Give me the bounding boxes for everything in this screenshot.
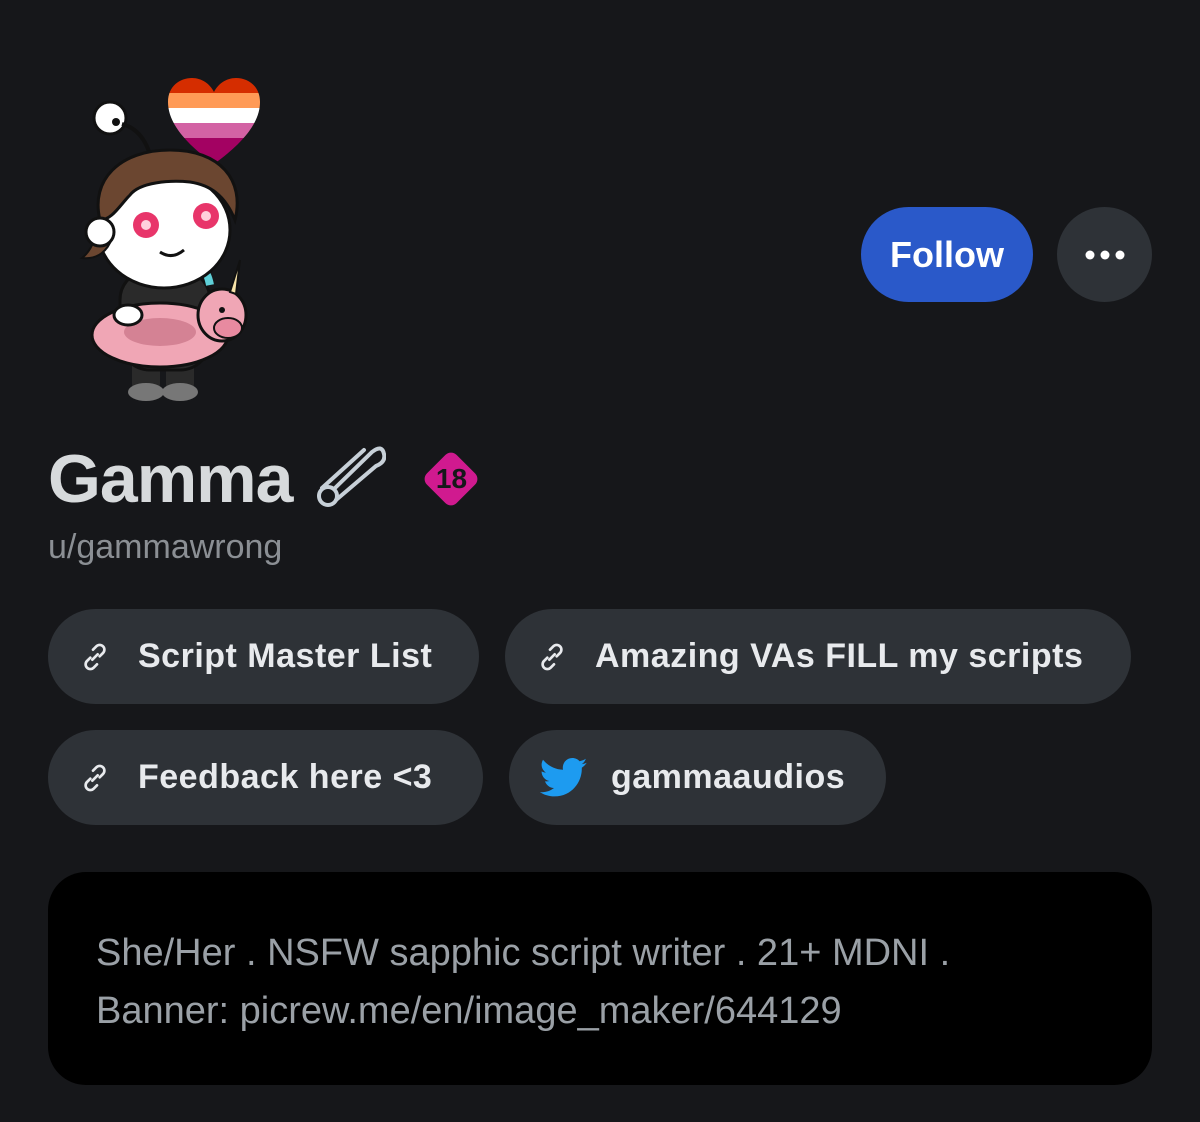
nsfw-18-badge: 18	[416, 444, 486, 514]
link-label: Script Master List	[138, 637, 433, 675]
link-amazing-vas[interactable]: Amazing VAs FILL my scripts	[505, 609, 1131, 704]
link-label: Feedback here <3	[138, 758, 433, 796]
more-options-button[interactable]	[1057, 207, 1152, 302]
twitter-icon	[539, 757, 589, 798]
bio-line: She/Her . NSFW sapphic script writer . 2…	[96, 932, 951, 974]
profile-bio: She/Her . NSFW sapphic script writer . 2…	[48, 872, 1152, 1085]
profile-header: Gamma 18	[48, 440, 486, 518]
link-feedback[interactable]: Feedback here <3	[48, 730, 483, 825]
user-avatar[interactable]	[60, 70, 280, 410]
link-icon	[78, 761, 112, 795]
link-label: gammaaudios	[611, 758, 846, 796]
link-icon	[535, 640, 569, 674]
safety-pin-icon	[314, 444, 387, 515]
username: u/gammawrong	[48, 528, 283, 566]
ellipsis-icon	[1085, 250, 1124, 259]
social-links: Script Master List Amazing VAs FILL my s…	[48, 609, 1158, 851]
link-script-master-list[interactable]: Script Master List	[48, 609, 479, 704]
snoo-avatar-icon	[79, 78, 260, 401]
link-twitter[interactable]: gammaaudios	[509, 730, 886, 825]
bio-line: Banner: picrew.me/en/image_maker/644129	[96, 990, 842, 1032]
nsfw-badge-label: 18	[435, 463, 468, 494]
display-name: Gamma	[48, 441, 293, 517]
link-label: Amazing VAs FILL my scripts	[595, 637, 1084, 675]
link-icon	[78, 640, 112, 674]
follow-button[interactable]: Follow	[861, 207, 1033, 302]
